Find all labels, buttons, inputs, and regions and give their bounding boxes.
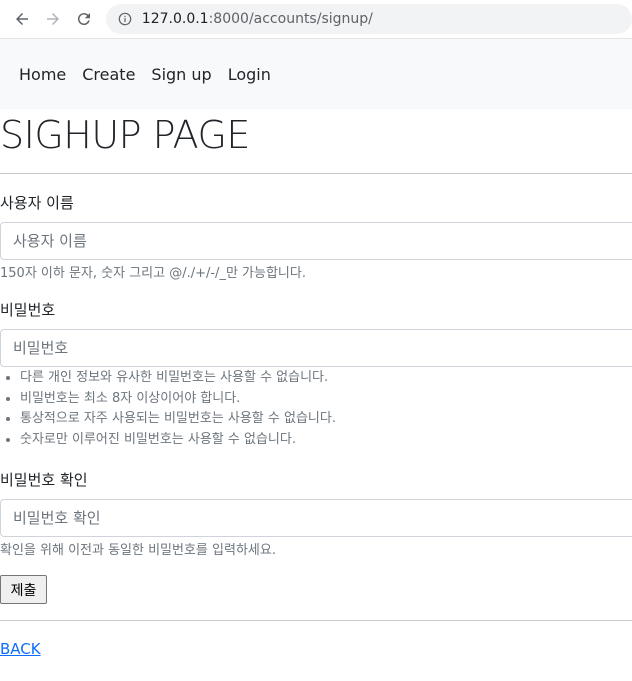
password-label: 비밀번호 [0,301,56,319]
nav-create[interactable]: Create [82,65,135,84]
username-help: 150자 이하 문자, 숫자 그리고 @/./+/-/_만 가능합니다. [0,266,306,281]
password-rule: 숫자로만 이루어진 비밀번호는 사용할 수 없습니다. [20,431,336,452]
password-rule: 다른 개인 정보와 유사한 비밀번호는 사용할 수 없습니다. [20,369,336,390]
url-path: :8000/accounts/signup/ [208,11,373,27]
info-icon[interactable] [118,12,132,26]
url-host: 127.0.0.1 [141,11,209,27]
address-bar[interactable]: 127.0.0.1:8000/accounts/signup/ [105,4,632,34]
nav-home[interactable]: Home [19,65,66,84]
back-arrow-icon[interactable] [8,5,35,33]
site-navbar: Home Create Sign up Login [0,39,632,109]
password-confirm-label: 비밀번호 확인 [0,471,88,489]
username-input[interactable] [0,222,632,260]
password-rule: 비밀번호는 최소 8자 이상이어야 합니다. [20,390,336,411]
password-confirm-input[interactable] [0,499,632,537]
password-confirm-help: 확인을 위해 이전과 동일한 비밀번호를 입력하세요. [0,543,276,558]
password-input[interactable] [0,329,632,367]
divider [0,620,632,621]
password-rule: 통상적으로 자주 사용되는 비밀번호는 사용할 수 없습니다. [20,410,336,431]
reload-icon[interactable] [71,5,98,33]
back-link[interactable]: BACK [0,640,41,658]
nav-signup[interactable]: Sign up [151,65,211,84]
page-title: SIGHUP PAGE [0,113,250,157]
divider [0,173,632,174]
submit-button[interactable]: 제출 [0,575,47,604]
username-label: 사용자 이름 [0,194,74,212]
password-rules: 다른 개인 정보와 유사한 비밀번호는 사용할 수 없습니다. 비밀번호는 최소… [0,369,336,451]
nav-login[interactable]: Login [228,65,271,84]
browser-toolbar: 127.0.0.1:8000/accounts/signup/ [0,0,632,39]
forward-arrow-icon[interactable] [39,5,66,33]
